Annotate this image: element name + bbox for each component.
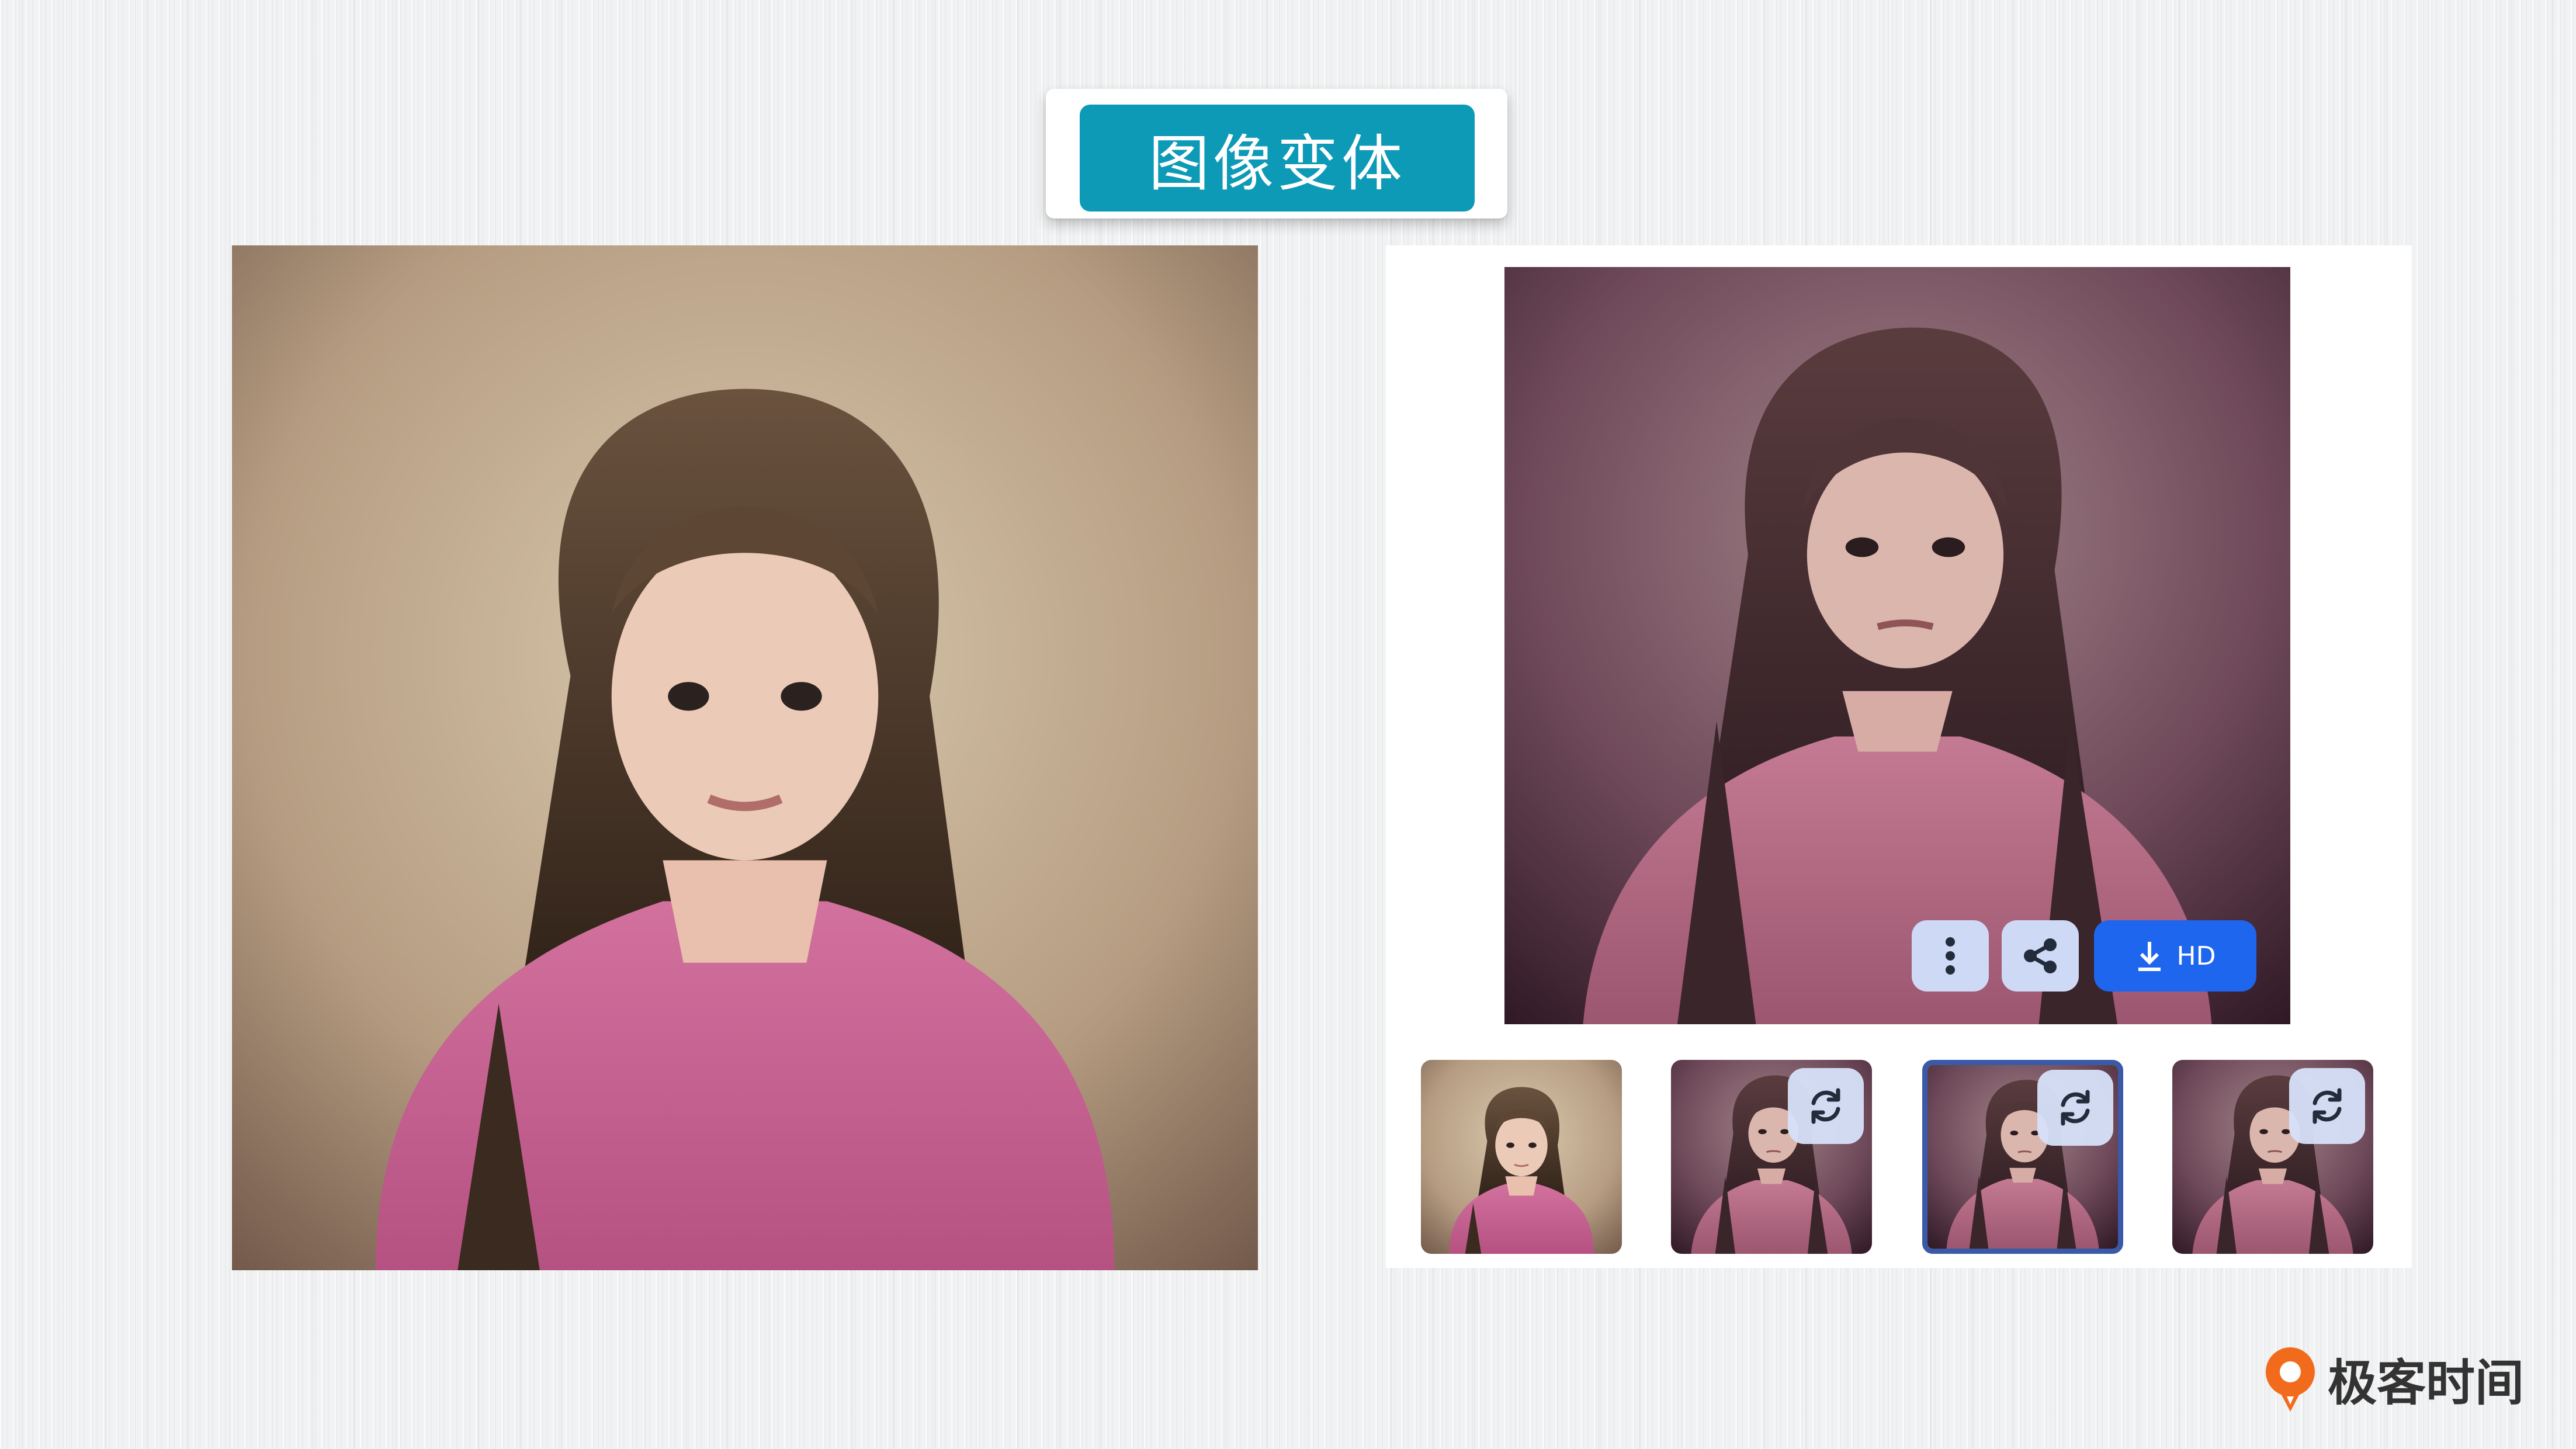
download-hd-button[interactable]: HD [2094, 920, 2256, 992]
source-image [232, 245, 1258, 1270]
more-options-button[interactable] [1912, 920, 1989, 992]
brand-logo: 极客时间 [2261, 1344, 2524, 1414]
geektime-logo-icon [2266, 1347, 2315, 1412]
thumbnail-image [1421, 1060, 1622, 1254]
refresh-icon [2061, 1090, 2090, 1126]
share-icon [2024, 938, 2057, 973]
regenerate-button[interactable] [2289, 1068, 2365, 1144]
brand-name: 极客时间 [2328, 1354, 2525, 1412]
vertical-dots-icon [1946, 937, 1955, 975]
share-button[interactable] [2002, 920, 2079, 992]
portrait-photo-icon [1504, 267, 2290, 1024]
thumbnail-variation-selected[interactable] [1922, 1060, 2123, 1254]
regenerate-button[interactable] [2037, 1070, 2113, 1146]
page-title: 图像变体 [1080, 105, 1475, 212]
thumbnail-original[interactable] [1421, 1060, 1622, 1254]
refresh-icon [2312, 1088, 2342, 1124]
thumbnail-variation[interactable] [2172, 1060, 2373, 1254]
variation-result-panel: HD [1386, 245, 2412, 1268]
main-variation-image[interactable] [1504, 267, 2290, 1024]
refresh-icon [1811, 1088, 1840, 1124]
title-card: 图像变体 [1046, 89, 1507, 219]
regenerate-button[interactable] [1788, 1068, 1864, 1144]
thumbnail-variation[interactable] [1671, 1060, 1872, 1254]
portrait-photo-icon [232, 245, 1258, 1270]
download-icon [2138, 942, 2161, 971]
download-hd-label: HD [2176, 941, 2216, 971]
